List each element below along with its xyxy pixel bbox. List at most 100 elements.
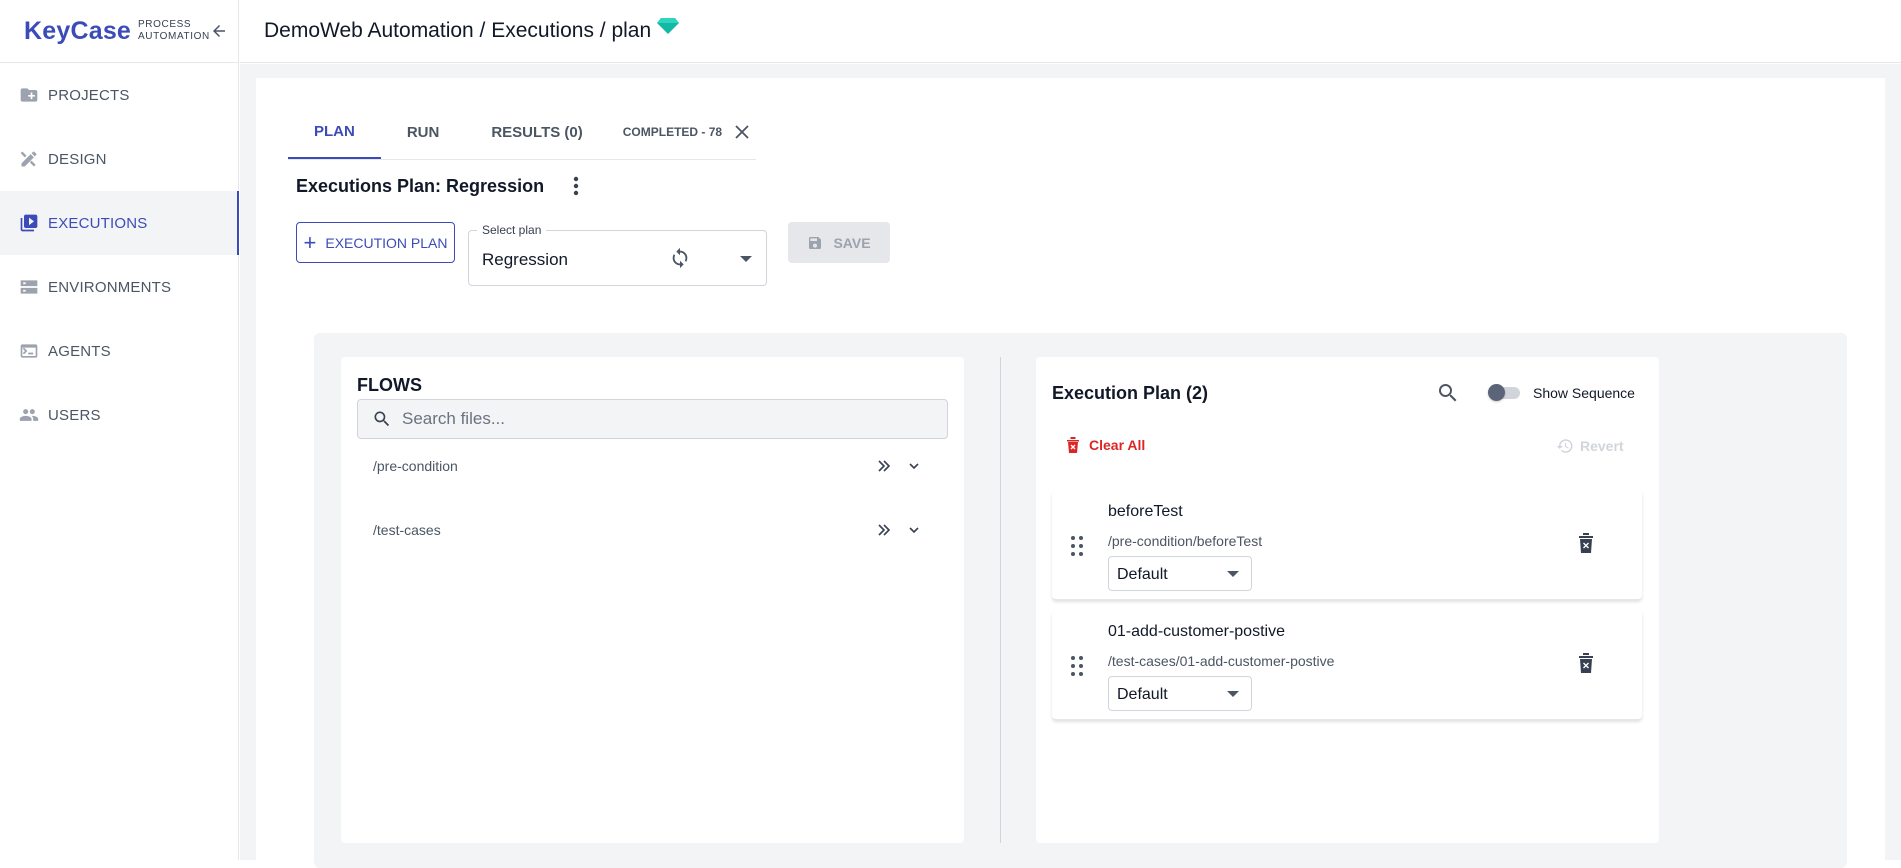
plan-select-label: Select plan	[477, 223, 546, 237]
chevron-down-icon	[907, 459, 921, 473]
save-label: SAVE	[833, 235, 870, 251]
clear-all-label: Clear All	[1089, 437, 1145, 453]
tab-completed[interactable]: COMPLETED - 78	[609, 105, 728, 159]
save-button[interactable]: SAVE	[788, 222, 890, 263]
sidebar-item-label: USERS	[48, 407, 101, 424]
collapse-sidebar-button[interactable]	[206, 18, 232, 44]
sidebar-item-label: ENVIRONMENTS	[48, 279, 171, 296]
execution-plan-title: Execution Plan (2)	[1052, 383, 1208, 404]
top-bar: DemoWeb Automation / Executions / plan	[240, 0, 1901, 63]
trash-icon	[1066, 437, 1080, 453]
sidebar-item-environments[interactable]: ENVIRONMENTS	[0, 255, 238, 319]
history-icon	[1556, 437, 1574, 455]
search-files-input[interactable]: Search files...	[357, 399, 948, 439]
sidebar-item-label: EXECUTIONS	[48, 215, 148, 232]
sidebar-item-users[interactable]: USERS	[0, 383, 238, 447]
main-content: PLAN RUN RESULTS (0) COMPLETED - 78 Exec…	[240, 64, 1901, 860]
sidebar-item-label: PROJECTS	[48, 87, 130, 104]
revert-button[interactable]: Revert	[1556, 437, 1624, 455]
panel-divider	[1000, 357, 1001, 843]
delete-icon	[1578, 653, 1594, 673]
drag-handle-icon[interactable]	[1070, 655, 1084, 677]
add-all-button[interactable]	[869, 451, 899, 481]
play-library-icon	[18, 212, 40, 234]
page-title: Executions Plan: Regression	[296, 176, 544, 197]
flow-folder-path: /test-cases	[373, 522, 869, 538]
sidebar-item-design[interactable]: DESIGN	[0, 127, 238, 191]
sidebar-item-agents[interactable]: AGENTS	[0, 319, 238, 383]
environment-select[interactable]: Default	[1108, 676, 1252, 711]
delete-item-button[interactable]	[1578, 653, 1600, 675]
brand-sub-line2: AUTOMATION	[138, 31, 210, 42]
diamond-icon	[657, 18, 679, 39]
flow-folder-row[interactable]: /test-cases	[373, 515, 929, 545]
save-icon	[807, 235, 823, 251]
flow-folder-row[interactable]: /pre-condition	[373, 451, 929, 481]
close-tab-button[interactable]	[728, 105, 756, 159]
sidebar-item-label: DESIGN	[48, 151, 107, 168]
chevron-down-icon	[740, 256, 752, 262]
tab-results[interactable]: RESULTS (0)	[465, 105, 608, 159]
search-placeholder: Search files...	[402, 409, 505, 429]
drag-handle-icon[interactable]	[1070, 535, 1084, 557]
sidebar-item-label: AGENTS	[48, 343, 111, 360]
double-chevron-right-icon	[876, 458, 892, 474]
chevron-down-icon	[907, 523, 921, 537]
toggle-knob	[1488, 384, 1505, 401]
clear-all-button[interactable]: Clear All	[1066, 437, 1145, 453]
flow-folder-path: /pre-condition	[373, 458, 869, 474]
search-icon	[372, 409, 392, 429]
delete-icon	[1578, 533, 1594, 553]
plan-header: Executions Plan: Regression	[296, 174, 586, 198]
double-chevron-right-icon	[876, 522, 892, 538]
plan-select[interactable]: Select plan Regression	[468, 230, 767, 286]
execution-plan-item: 01-add-customer-postive /test-cases/01-a…	[1052, 611, 1642, 720]
flows-panel: FLOWS Search files... /pre-condition	[341, 357, 964, 843]
chevron-down-icon	[1227, 571, 1239, 577]
refresh-icon[interactable]	[669, 247, 691, 269]
plus-icon: +	[304, 232, 317, 254]
arrow-left-icon	[210, 22, 228, 40]
new-execution-plan-label: EXECUTION PLAN	[325, 235, 447, 251]
search-icon	[1436, 381, 1460, 405]
tab-bar: PLAN RUN RESULTS (0) COMPLETED - 78	[288, 106, 756, 160]
sidebar-nav: PROJECTS DESIGN EXECUTIONS ENVIRONMENTS …	[0, 63, 238, 447]
people-icon	[18, 404, 40, 426]
folder-plus-icon	[18, 84, 40, 106]
sidebar-item-executions[interactable]: EXECUTIONS	[0, 191, 238, 255]
new-execution-plan-button[interactable]: + EXECUTION PLAN	[296, 222, 455, 263]
brand: KeyCase PROCESS AUTOMATION	[0, 0, 238, 63]
item-name: 01-add-customer-postive	[1108, 623, 1285, 641]
server-icon	[18, 276, 40, 298]
expand-button[interactable]	[899, 515, 929, 545]
execution-plan-panel: Execution Plan (2) Show Sequence Clear A…	[1036, 357, 1659, 843]
expand-button[interactable]	[899, 451, 929, 481]
brand-name: KeyCase	[24, 17, 131, 46]
show-sequence-label: Show Sequence	[1533, 385, 1635, 401]
plan-select-value: Regression	[482, 250, 568, 270]
plan-workspace: FLOWS Search files... /pre-condition	[314, 333, 1847, 868]
tab-plan[interactable]: PLAN	[288, 105, 381, 159]
flows-title: FLOWS	[357, 375, 422, 396]
delete-item-button[interactable]	[1578, 533, 1600, 555]
tab-run[interactable]: RUN	[381, 105, 466, 159]
environment-select-value: Default	[1117, 566, 1168, 584]
sidebar-item-projects[interactable]: PROJECTS	[0, 63, 238, 127]
kebab-menu-icon	[573, 176, 579, 196]
close-icon	[735, 125, 749, 139]
environment-select[interactable]: Default	[1108, 556, 1252, 591]
environment-select-value: Default	[1117, 686, 1168, 704]
sidebar: KeyCase PROCESS AUTOMATION PROJECTS DESI…	[0, 0, 239, 860]
terminal-icon	[18, 340, 40, 362]
brand-subtitle: PROCESS AUTOMATION	[138, 19, 210, 43]
item-path: /test-cases/01-add-customer-postive	[1108, 653, 1334, 669]
more-options-button[interactable]	[566, 174, 586, 198]
item-path: /pre-condition/beforeTest	[1108, 533, 1262, 549]
item-name: beforeTest	[1108, 503, 1183, 521]
brand-sub-line1: PROCESS	[138, 19, 191, 30]
execution-plan-item: beforeTest /pre-condition/beforeTest Def…	[1052, 491, 1642, 600]
add-all-button[interactable]	[869, 515, 899, 545]
search-button[interactable]	[1436, 381, 1462, 407]
plan-card: Executions Plan: Regression + EXECUTION …	[276, 160, 1869, 860]
show-sequence-toggle[interactable]	[1490, 387, 1520, 399]
